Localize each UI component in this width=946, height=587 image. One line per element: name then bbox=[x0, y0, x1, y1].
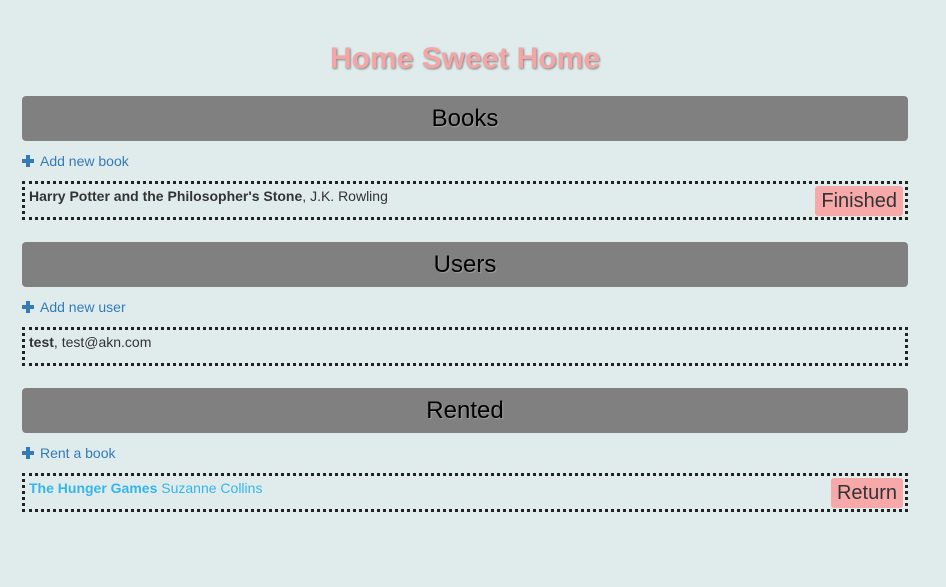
return-button[interactable]: Return bbox=[830, 478, 903, 508]
finished-button[interactable]: Finished bbox=[815, 186, 903, 216]
plus-icon bbox=[22, 301, 34, 313]
users-section-header: Users bbox=[22, 242, 908, 287]
user-item-text: test, test@akn.com bbox=[29, 334, 151, 350]
book-title: Harry Potter and the Philosopher's Stone bbox=[29, 188, 303, 204]
user-separator: , bbox=[53, 334, 62, 350]
book-list-item: Harry Potter and the Philosopher's Stone… bbox=[22, 181, 908, 220]
rented-list-item: The Hunger Games Suzanne Collins Return bbox=[22, 473, 908, 512]
books-section-header: Books bbox=[22, 96, 908, 141]
user-email: test@akn.com bbox=[61, 334, 152, 350]
add-new-book-link[interactable]: Add new book bbox=[22, 151, 129, 171]
rent-a-book-label: Rent a book bbox=[40, 445, 116, 461]
book-separator: , bbox=[302, 188, 311, 204]
book-item-text: Harry Potter and the Philosopher's Stone… bbox=[29, 188, 388, 204]
add-new-user-label: Add new user bbox=[40, 299, 126, 315]
plus-icon bbox=[22, 155, 34, 167]
plus-icon bbox=[22, 447, 34, 459]
rent-a-book-link[interactable]: Rent a book bbox=[22, 443, 116, 463]
user-name: test bbox=[29, 334, 54, 350]
page-title: Home Sweet Home bbox=[329, 42, 601, 75]
rented-item-text: The Hunger Games Suzanne Collins bbox=[29, 480, 262, 496]
book-author: J.K. Rowling bbox=[310, 188, 388, 204]
rented-book-author: Suzanne Collins bbox=[161, 480, 263, 496]
rented-section-header: Rented bbox=[22, 388, 908, 433]
add-new-book-label: Add new book bbox=[40, 153, 129, 169]
rented-book-title: The Hunger Games bbox=[29, 480, 158, 496]
page: Home Sweet Home Books Add new book Harry… bbox=[0, 0, 946, 587]
user-list-item: test, test@akn.com bbox=[22, 327, 908, 366]
add-new-user-link[interactable]: Add new user bbox=[22, 297, 126, 317]
